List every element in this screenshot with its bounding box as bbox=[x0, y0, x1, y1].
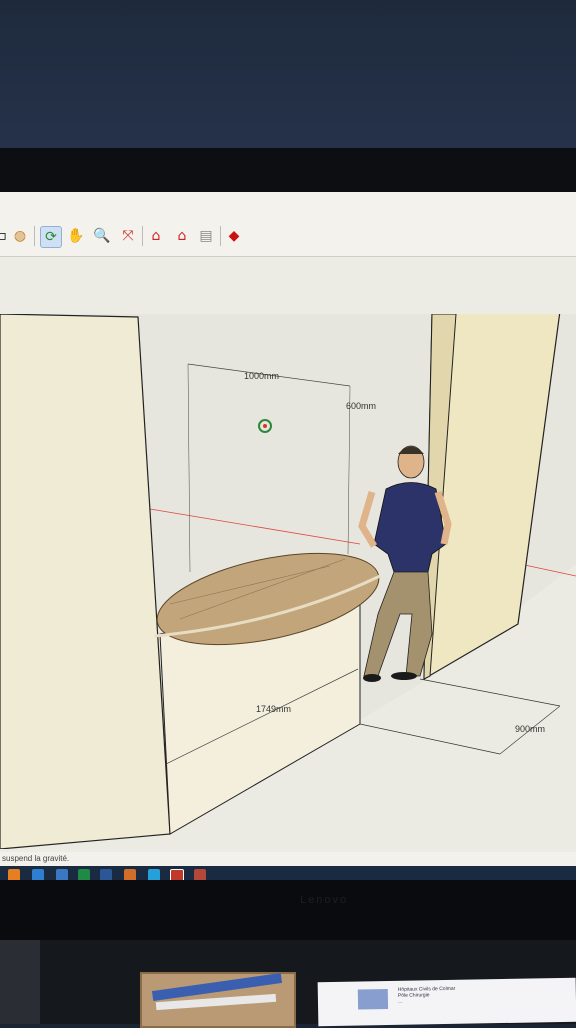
document-line: ... bbox=[397, 998, 403, 1005]
desk-area: Hôpitaux Civils de Colmar Pôle Chirurgie… bbox=[0, 940, 576, 1028]
document-text: Hôpitaux Civils de Colmar Pôle Chirurgie… bbox=[398, 986, 456, 1005]
dimension-label-width: 1000mm bbox=[244, 371, 279, 381]
orbit-icon[interactable]: ⟳ bbox=[40, 226, 62, 248]
layout-icon[interactable]: ▤ bbox=[196, 226, 216, 246]
extension-ruby-icon[interactable]: ◆ bbox=[224, 226, 244, 246]
toolbar-separator bbox=[142, 226, 143, 246]
status-text: suspend la gravité. bbox=[2, 854, 70, 863]
status-bar: suspend la gravité. bbox=[0, 852, 576, 866]
background-wall bbox=[0, 0, 576, 150]
warehouse-icon[interactable]: ⌂ bbox=[146, 226, 166, 246]
zoom-extents-icon[interactable]: ⤧ bbox=[118, 226, 138, 246]
dimension-extension bbox=[187, 363, 191, 573]
3d-viewport[interactable]: 1000mm 600mm 1749mm 900mm bbox=[0, 310, 576, 850]
pen-box bbox=[140, 972, 296, 1028]
orbit-cursor-icon bbox=[258, 419, 272, 433]
document-logo bbox=[357, 989, 389, 1010]
monitor-bezel-bottom: Lenovo bbox=[0, 880, 576, 940]
zoom-icon[interactable]: 🔍 bbox=[92, 226, 112, 246]
paint-bucket-icon[interactable]: ◍ bbox=[10, 226, 30, 246]
x-axis-line bbox=[149, 508, 361, 545]
x-axis-line bbox=[519, 563, 576, 577]
pan-hand-icon[interactable]: ✋ bbox=[66, 226, 86, 246]
toolbar-separator bbox=[34, 226, 35, 246]
document-paper: Hôpitaux Civils de Colmar Pôle Chirurgie… bbox=[317, 977, 576, 1027]
monitor-brand: Lenovo bbox=[300, 894, 349, 906]
monitor-stand bbox=[0, 940, 40, 1024]
dimension-label-depth: 600mm bbox=[346, 401, 376, 411]
dimension-label-door: 900mm bbox=[515, 724, 545, 734]
share-model-icon[interactable]: ⌂ bbox=[172, 226, 192, 246]
monitor-bezel-top bbox=[0, 148, 576, 196]
dimension-label-wall: 1749mm bbox=[256, 704, 291, 714]
toolbar-separator bbox=[220, 226, 221, 246]
left-wall-panel bbox=[0, 313, 171, 850]
scene-drawing: 1000mm 600mm 1749mm 900mm bbox=[0, 310, 576, 850]
monitor-screen: ▫ ◍ ⟳ ✋ 🔍 ⤧ ⌂ ⌂ ▤ ◆ 1000mm 600mm 1749mm … bbox=[0, 192, 576, 882]
dimension-extension bbox=[347, 385, 351, 555]
toolbar: ▫ ◍ ⟳ ✋ 🔍 ⤧ ⌂ ⌂ ▤ ◆ bbox=[0, 192, 576, 257]
